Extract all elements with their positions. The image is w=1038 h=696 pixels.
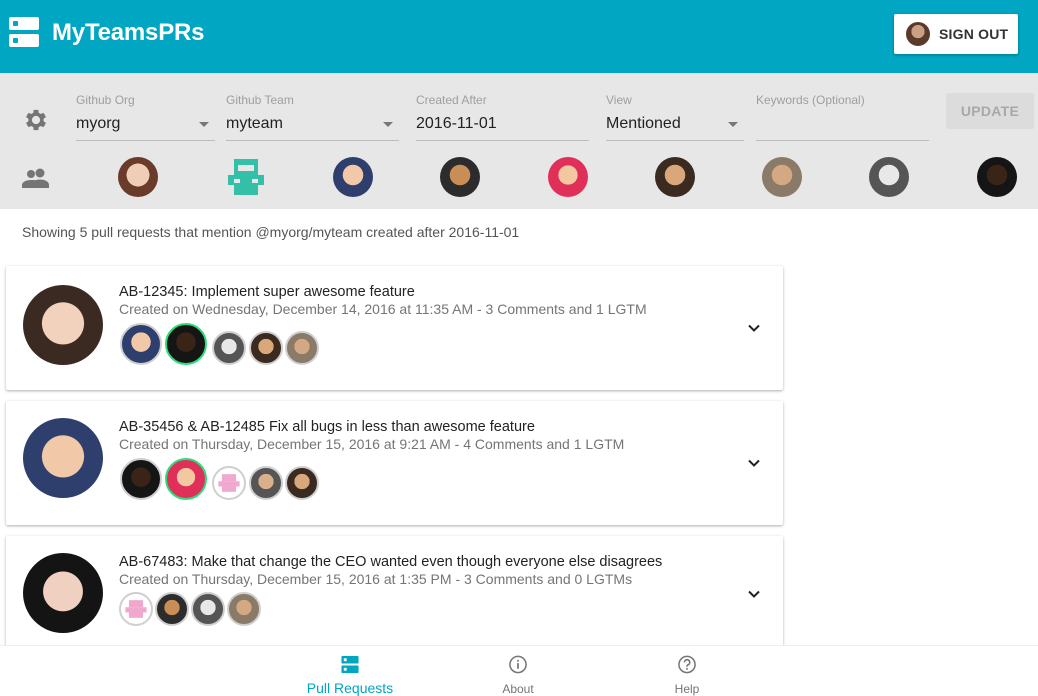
author-avatar <box>23 418 103 498</box>
pr-meta: Created on Wednesday, December 14, 2016 … <box>119 301 647 317</box>
team-member-avatar[interactable] <box>226 157 266 197</box>
author-avatar <box>23 285 103 365</box>
reviewer-avatar <box>119 592 153 626</box>
reviewer-avatar <box>249 331 283 365</box>
keywords-placeholder: Keywords (Optional) <box>756 93 865 107</box>
nav-label: Help <box>674 682 700 696</box>
reviewer-avatar-approved <box>165 458 207 500</box>
pr-title[interactable]: AB-12345: Implement super awesome featur… <box>119 284 415 300</box>
chevron-down-icon[interactable] <box>746 586 762 602</box>
pr-meta: Created on Thursday, December 15, 2016 a… <box>119 436 625 452</box>
created-after-value: 2016-11-01 <box>416 115 497 132</box>
author-avatar <box>23 553 103 633</box>
view-value: Mentioned <box>606 115 681 132</box>
avatar <box>906 22 930 46</box>
view-select[interactable]: View Mentioned <box>606 93 744 141</box>
team-member-avatar[interactable] <box>118 157 158 197</box>
pull-request-card[interactable]: AB-35456 & AB-12485 Fix all bugs in less… <box>6 401 783 525</box>
app-bar: MyTeamsPRs SIGN OUT <box>0 0 1038 73</box>
created-after-field[interactable]: Created After 2016-11-01 <box>416 93 589 141</box>
pull-request-card[interactable]: AB-67483: Make that change the CEO wante… <box>6 536 783 660</box>
github-org-select[interactable]: Github Org myorg <box>76 93 215 141</box>
pr-title[interactable]: AB-35456 & AB-12485 Fix all bugs in less… <box>119 419 535 435</box>
reviewer-avatar <box>155 592 189 626</box>
reviewer-avatar <box>285 331 319 365</box>
github-team-value: myteam <box>226 115 283 132</box>
team-member-avatar[interactable] <box>869 157 909 197</box>
github-team-label: Github Team <box>226 93 294 107</box>
github-team-select[interactable]: Github Team myteam <box>226 93 399 141</box>
bottom-navigation: Pull Requests About Help <box>0 645 1038 696</box>
pull-request-card[interactable]: AB-12345: Implement super awesome featur… <box>6 266 783 390</box>
github-org-label: Github Org <box>76 93 135 107</box>
reviewer-avatar <box>120 323 162 365</box>
pr-title[interactable]: AB-67483: Make that change the CEO wante… <box>119 554 662 570</box>
reviewer-avatar <box>249 466 283 500</box>
nav-help[interactable]: Help <box>657 646 717 696</box>
created-after-label: Created After <box>416 93 487 107</box>
view-label: View <box>606 93 632 107</box>
reviewer-avatar <box>285 466 319 500</box>
sign-out-label: SIGN OUT <box>939 26 1009 42</box>
update-button[interactable]: UPDATE <box>946 93 1034 129</box>
github-org-value: myorg <box>76 115 121 132</box>
info-icon <box>509 655 527 674</box>
caret-down-icon <box>383 122 393 127</box>
reviewer-avatar <box>120 458 162 500</box>
chevron-down-icon[interactable] <box>746 455 762 471</box>
reviewer-avatar <box>227 592 261 626</box>
chevron-down-icon[interactable] <box>746 320 762 336</box>
gear-icon[interactable] <box>22 106 50 134</box>
reviewer-avatar <box>191 592 225 626</box>
server-stack-icon <box>341 655 359 674</box>
team-member-avatar[interactable] <box>548 157 588 197</box>
help-icon <box>678 655 696 674</box>
team-member-avatar[interactable] <box>977 157 1017 197</box>
people-icon <box>22 168 49 188</box>
reviewer-avatar <box>212 466 246 500</box>
app-title: MyTeamsPRs <box>52 19 205 46</box>
caret-down-icon <box>728 122 738 127</box>
nav-label: About <box>502 682 534 696</box>
reviewer-avatar <box>212 331 246 365</box>
server-stack-icon <box>9 17 39 47</box>
caret-down-icon <box>199 122 209 127</box>
pr-meta: Created on Thursday, December 15, 2016 a… <box>119 571 633 587</box>
keywords-input[interactable]: Keywords (Optional) <box>756 93 929 141</box>
team-member-avatar[interactable] <box>333 157 373 197</box>
nav-about[interactable]: About <box>488 646 548 696</box>
sign-out-button[interactable]: SIGN OUT <box>894 14 1018 54</box>
team-member-avatar[interactable] <box>762 157 802 197</box>
team-member-avatar[interactable] <box>655 157 695 197</box>
reviewer-avatar-approved <box>165 323 207 365</box>
nav-label: Pull Requests <box>306 680 394 696</box>
nav-pull-requests[interactable]: Pull Requests <box>300 646 400 696</box>
status-text: Showing 5 pull requests that mention @my… <box>22 224 520 240</box>
team-member-avatar[interactable] <box>440 157 480 197</box>
